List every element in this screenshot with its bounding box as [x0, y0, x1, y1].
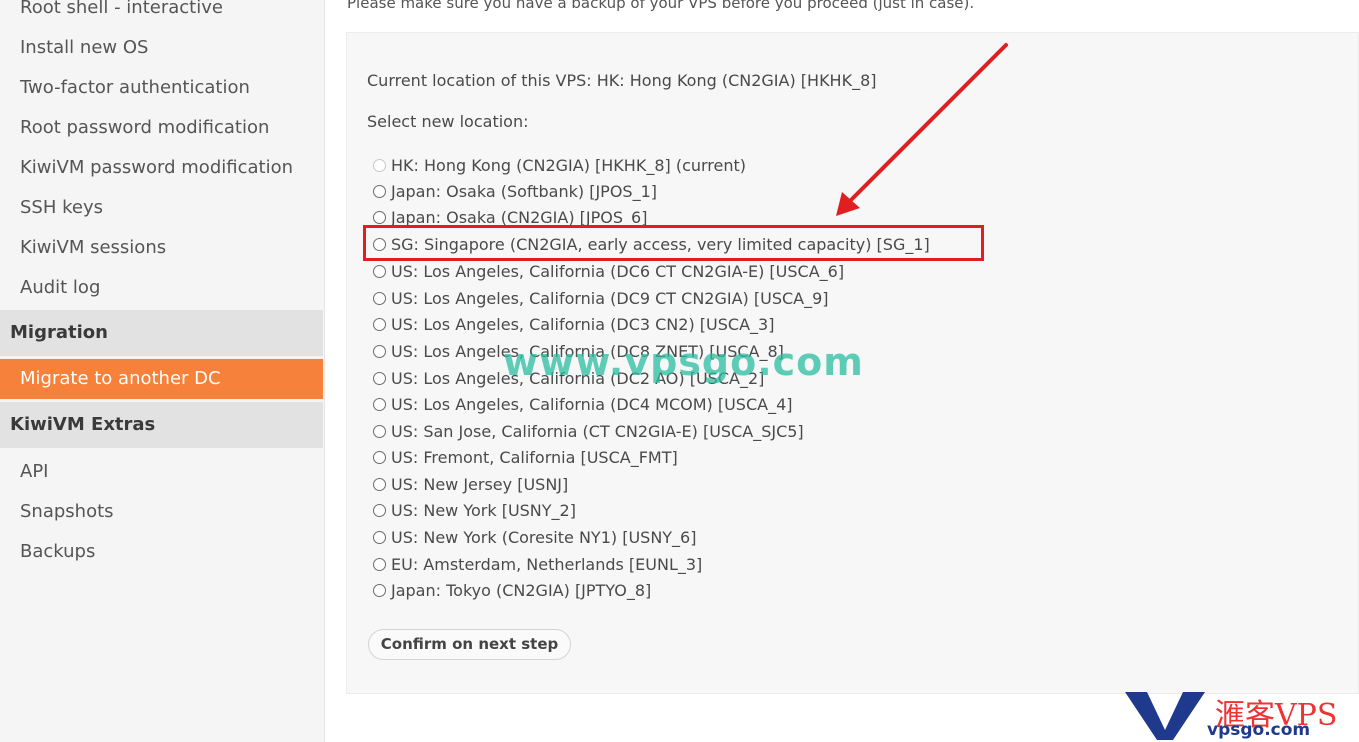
logo-text-url: vpsgo.com: [1207, 720, 1311, 740]
watermark-text: www.vpsgo.com: [503, 340, 864, 384]
